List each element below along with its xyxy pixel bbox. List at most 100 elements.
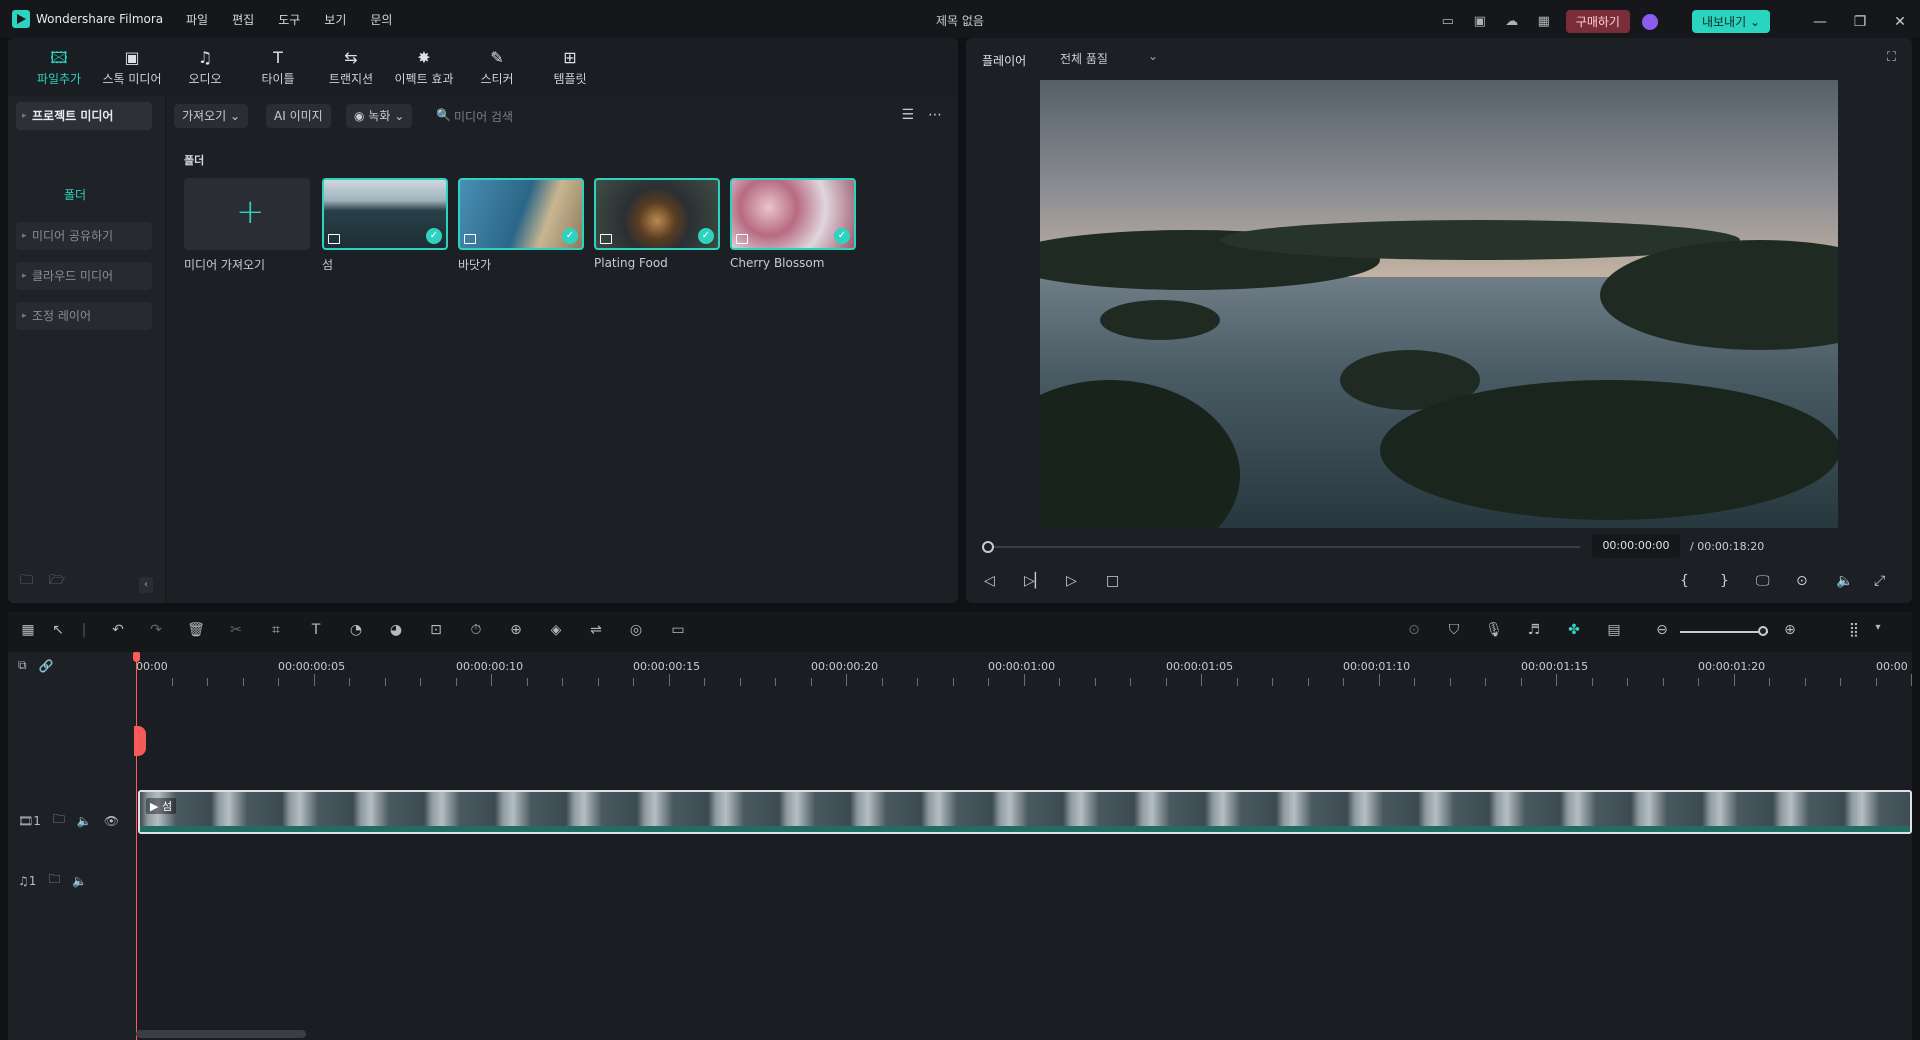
crop-icon[interactable]: ⌗ <box>266 622 286 638</box>
playhead[interactable] <box>136 654 137 1040</box>
ai-image-button[interactable]: AI 이미지 <box>266 104 331 128</box>
ai-icon[interactable]: ◎ <box>626 622 646 638</box>
zoom-slider[interactable] <box>1680 631 1768 633</box>
media-thumbnail[interactable]: ✓ <box>730 178 856 250</box>
marker-icon[interactable]: ⛉ <box>1444 622 1464 638</box>
cloud-icon[interactable]: ☁ <box>1502 13 1522 31</box>
more-options-icon[interactable]: ⋯ <box>928 107 942 123</box>
render-icon[interactable]: ⊙ <box>1404 622 1424 638</box>
sidebar-folder[interactable]: 폴더 <box>64 186 86 203</box>
mark-out-icon[interactable]: } <box>1720 573 1729 589</box>
keyframe-icon[interactable]: ◈ <box>546 622 566 638</box>
tool-sticker[interactable]: ✎ 스티커 <box>462 48 532 87</box>
sidebar-item-adjustment-layer[interactable]: 조정 레이어 <box>16 302 152 330</box>
tool-title[interactable]: T 타이틀 <box>243 48 313 87</box>
video-clip[interactable]: ▶ 섬 <box>138 790 1912 834</box>
previous-frame-icon[interactable]: ◁ <box>984 573 995 589</box>
player-scrubber[interactable] <box>982 546 1580 548</box>
sidebar-item-project-media[interactable]: 프로젝트 미디어 <box>16 102 152 130</box>
tool-template[interactable]: ⊞ 템플릿 <box>535 48 605 87</box>
microphone-icon[interactable]: 🎙 <box>1484 622 1504 638</box>
subtitle-icon[interactable]: ▤ <box>1604 622 1624 638</box>
menu-view[interactable]: 보기 <box>324 11 346 28</box>
tool-stock-media[interactable]: ▣ 스톡 미디어 <box>97 48 167 87</box>
lock-audio-track-icon[interactable]: 🗀 <box>48 870 60 891</box>
layout-icon[interactable]: ▭ <box>1438 13 1458 31</box>
color-icon[interactable]: ◕ <box>386 622 406 638</box>
menu-edit[interactable]: 편집 <box>232 11 254 28</box>
timeline-ruler[interactable]: 00:00 00:00:00:05 00:00:00:10 00:00:00:1… <box>136 652 1912 696</box>
menu-file[interactable]: 파일 <box>186 11 208 28</box>
link-icon[interactable]: 🔗 <box>39 659 54 673</box>
display-icon[interactable]: 🖵 <box>1756 573 1770 589</box>
zoom-out-icon[interactable]: ⊖ <box>1652 622 1672 638</box>
maximize-icon[interactable]: ❐ <box>1840 14 1880 30</box>
speed-icon[interactable]: ◔ <box>346 622 366 638</box>
stop-icon[interactable]: □ <box>1106 573 1119 589</box>
minimize-icon[interactable]: — <box>1800 14 1840 30</box>
eye-icon[interactable]: 👁 <box>104 814 119 828</box>
save-icon[interactable]: ▣ <box>1470 13 1490 31</box>
scrubber-handle[interactable] <box>982 541 994 553</box>
adjust-icon[interactable]: ⇌ <box>586 622 606 638</box>
quality-dropdown[interactable]: 전체 품질 <box>1052 45 1162 70</box>
play-slow-icon[interactable]: ▷▏ <box>1024 573 1046 589</box>
text-icon[interactable]: T <box>306 622 326 638</box>
mark-in-icon[interactable]: { <box>1680 573 1689 589</box>
export-button[interactable]: 내보내기 ⌄ <box>1691 10 1770 33</box>
playhead-handle[interactable] <box>133 652 140 662</box>
close-icon[interactable]: ✕ <box>1880 14 1920 30</box>
mute-audio-track-icon[interactable]: 🔈 <box>72 874 87 888</box>
snap-icon[interactable]: ✤ <box>1564 622 1584 638</box>
fullscreen-icon[interactable]: ⤢ <box>1874 573 1885 589</box>
collapse-sidebar-button[interactable]: ‹ <box>139 577 153 593</box>
lock-track-icon[interactable]: 🗀 <box>53 810 65 831</box>
tool-import-media[interactable]: 🖾 파일추가 <box>24 48 94 87</box>
redo-icon[interactable]: ↷ <box>146 622 166 638</box>
media-thumbnail[interactable]: ✓ <box>458 178 584 250</box>
delete-icon[interactable]: 🗑 <box>186 622 206 638</box>
ruler-tick <box>1378 674 1380 686</box>
import-dropdown[interactable]: 가져오기 ⌄ <box>174 104 249 128</box>
timer-icon[interactable]: ⏱ <box>466 622 486 638</box>
media-thumbnail[interactable]: ✓ <box>594 178 720 250</box>
track-layout-icon[interactable]: ⣿ <box>1844 622 1864 638</box>
checkmark-icon: ✓ <box>698 228 714 244</box>
sidebar-item-share-media[interactable]: 미디어 공유하기 <box>16 222 152 250</box>
new-folder-icon[interactable]: 🗀 <box>20 571 33 593</box>
volume-icon[interactable]: 🔈 <box>1836 573 1853 589</box>
play-icon[interactable]: ▷ <box>1066 573 1077 589</box>
more-tools-icon[interactable]: ▭ <box>668 622 688 638</box>
mute-track-icon[interactable]: 🔈 <box>77 814 92 828</box>
audio-mix-icon[interactable]: ♬ <box>1524 622 1544 638</box>
stabilize-icon[interactable]: ⊡ <box>426 622 446 638</box>
import-media-tile[interactable]: + <box>184 178 310 250</box>
menu-tools[interactable]: 도구 <box>278 11 300 28</box>
record-dropdown[interactable]: ◉ 녹화 ⌄ <box>346 104 413 128</box>
ruler-label: 00:00:01:20 <box>1698 660 1766 673</box>
folder-icon[interactable]: 🗁 <box>49 571 65 593</box>
apps-grid-icon[interactable]: ▦ <box>1534 13 1554 31</box>
scope-icon[interactable]: ⛶ <box>1887 50 1896 65</box>
media-thumbnail[interactable]: ✓ <box>322 178 448 250</box>
add-track-icon[interactable]: ⧉ <box>18 658 27 673</box>
menu-help[interactable]: 문의 <box>370 11 392 28</box>
zoom-in-icon[interactable]: ⊕ <box>1780 622 1800 638</box>
tool-audio[interactable]: ♫ 오디오 <box>170 48 240 87</box>
layout-grid-icon[interactable]: ▦ <box>18 622 38 638</box>
filter-icon[interactable]: ☰ <box>901 107 914 123</box>
chevron-down-icon[interactable]: ▾ <box>1868 622 1888 633</box>
search-input[interactable]: 미디어 검색 <box>454 108 513 125</box>
buy-button[interactable]: 구매하기 <box>1565 10 1630 33</box>
timeline-scrollbar[interactable] <box>136 1030 306 1038</box>
sidebar-item-cloud-media[interactable]: 클라우드 미디어 <box>16 262 152 290</box>
snapshot-icon[interactable]: ⊙ <box>1796 573 1808 589</box>
undo-icon[interactable]: ↶ <box>108 622 128 638</box>
split-icon[interactable]: ✂ <box>226 622 246 638</box>
tool-transition[interactable]: ⇆ 트랜지션 <box>316 48 386 87</box>
avatar[interactable] <box>1641 13 1658 30</box>
select-tool-icon[interactable]: ↖ <box>48 622 68 638</box>
motion-track-icon[interactable]: ⊕ <box>506 622 526 638</box>
tool-effects[interactable]: ✸ 이펙트 효과 <box>389 48 459 87</box>
zoom-slider-handle[interactable] <box>1758 626 1768 636</box>
